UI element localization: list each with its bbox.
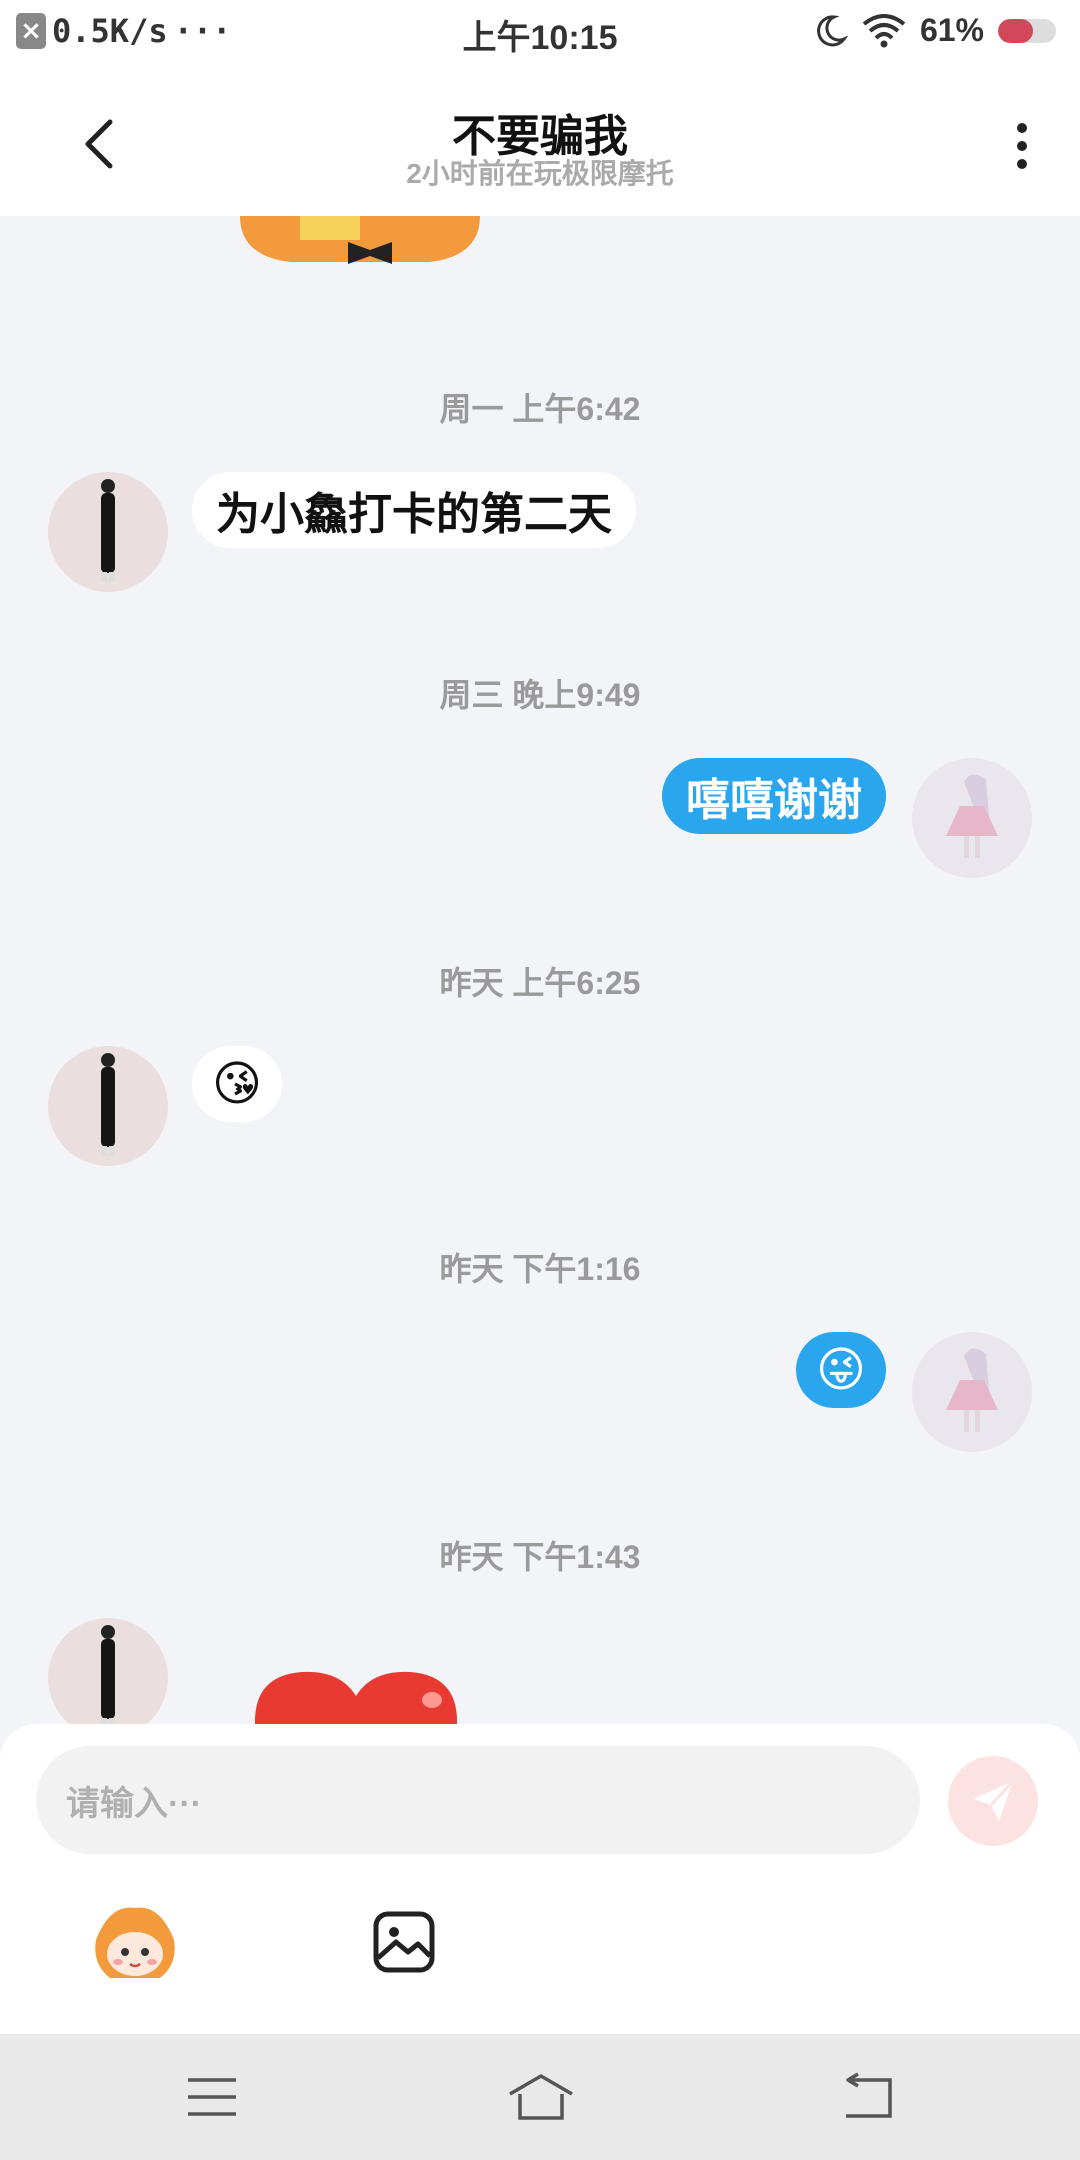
- chat-messages[interactable]: 周一 上午6:42 为小鱻打卡的第二天 周三 晚上9:49 嘻嘻谢谢 昨天 上午…: [0, 216, 1080, 1726]
- home-icon[interactable]: [506, 2072, 576, 2122]
- message-timestamp: 昨天 上午6:25: [439, 965, 641, 1001]
- status-bar: × 0.5K/s ··· 上午10:15 61%: [0, 0, 1080, 72]
- battery-icon: [998, 18, 1056, 43]
- message-timestamp: 周一 上午6:42: [439, 391, 641, 427]
- avatar-image: [946, 774, 998, 858]
- message-timestamp: 周三 晚上9:49: [439, 677, 641, 713]
- message-input[interactable]: 请输入···: [36, 1746, 920, 1854]
- send-button[interactable]: [948, 1756, 1038, 1846]
- battery-percent: 61%: [919, 12, 984, 48]
- my-avatar[interactable]: [912, 758, 1032, 878]
- battery-fill: [998, 18, 1034, 43]
- message-timestamp: 昨天 下午1:43: [439, 1539, 641, 1575]
- moon-icon: [817, 14, 848, 46]
- message-bubble[interactable]: 嘻嘻谢谢: [662, 758, 886, 834]
- message-bubble[interactable]: 😜: [795, 1332, 886, 1408]
- input-bar: 请输入···: [0, 1724, 1080, 2034]
- heart-sticker-icon[interactable]: [248, 1666, 464, 1726]
- message-bubble[interactable]: 😘: [192, 1046, 283, 1122]
- contact-avatar[interactable]: [48, 1618, 168, 1726]
- avatar-image: [946, 1348, 998, 1432]
- status-right: 61%: [812, 12, 1056, 49]
- message-bubble[interactable]: 为小鱻打卡的第二天: [192, 472, 636, 548]
- image-icon[interactable]: [372, 1910, 436, 1974]
- system-nav-bar: [0, 2034, 1080, 2160]
- emoji: 😘: [212, 1056, 263, 1112]
- page-subtitle: 2小时前在玩极限摩托: [406, 158, 674, 189]
- mascot-sticker-icon[interactable]: [90, 1904, 180, 1984]
- contact-avatar[interactable]: [48, 1046, 168, 1166]
- message-timestamp: 昨天 下午1:16: [439, 1251, 641, 1287]
- avatar-image: [101, 479, 115, 582]
- my-avatar[interactable]: [912, 1332, 1032, 1452]
- wifi-icon: [862, 13, 906, 47]
- avatar-image: [101, 1625, 115, 1726]
- send-icon: [973, 1779, 1015, 1821]
- menu-icon[interactable]: [182, 2072, 242, 2122]
- avatar-image: [101, 1053, 115, 1156]
- contact-avatar[interactable]: [48, 472, 168, 592]
- chat-header: 不要骗我 2小时前在玩极限摩托: [0, 72, 1080, 216]
- more-vertical-icon[interactable]: [1012, 116, 1032, 176]
- emoji: 😜: [815, 1342, 866, 1398]
- sticker-image: [240, 216, 480, 264]
- return-icon[interactable]: [838, 2072, 898, 2122]
